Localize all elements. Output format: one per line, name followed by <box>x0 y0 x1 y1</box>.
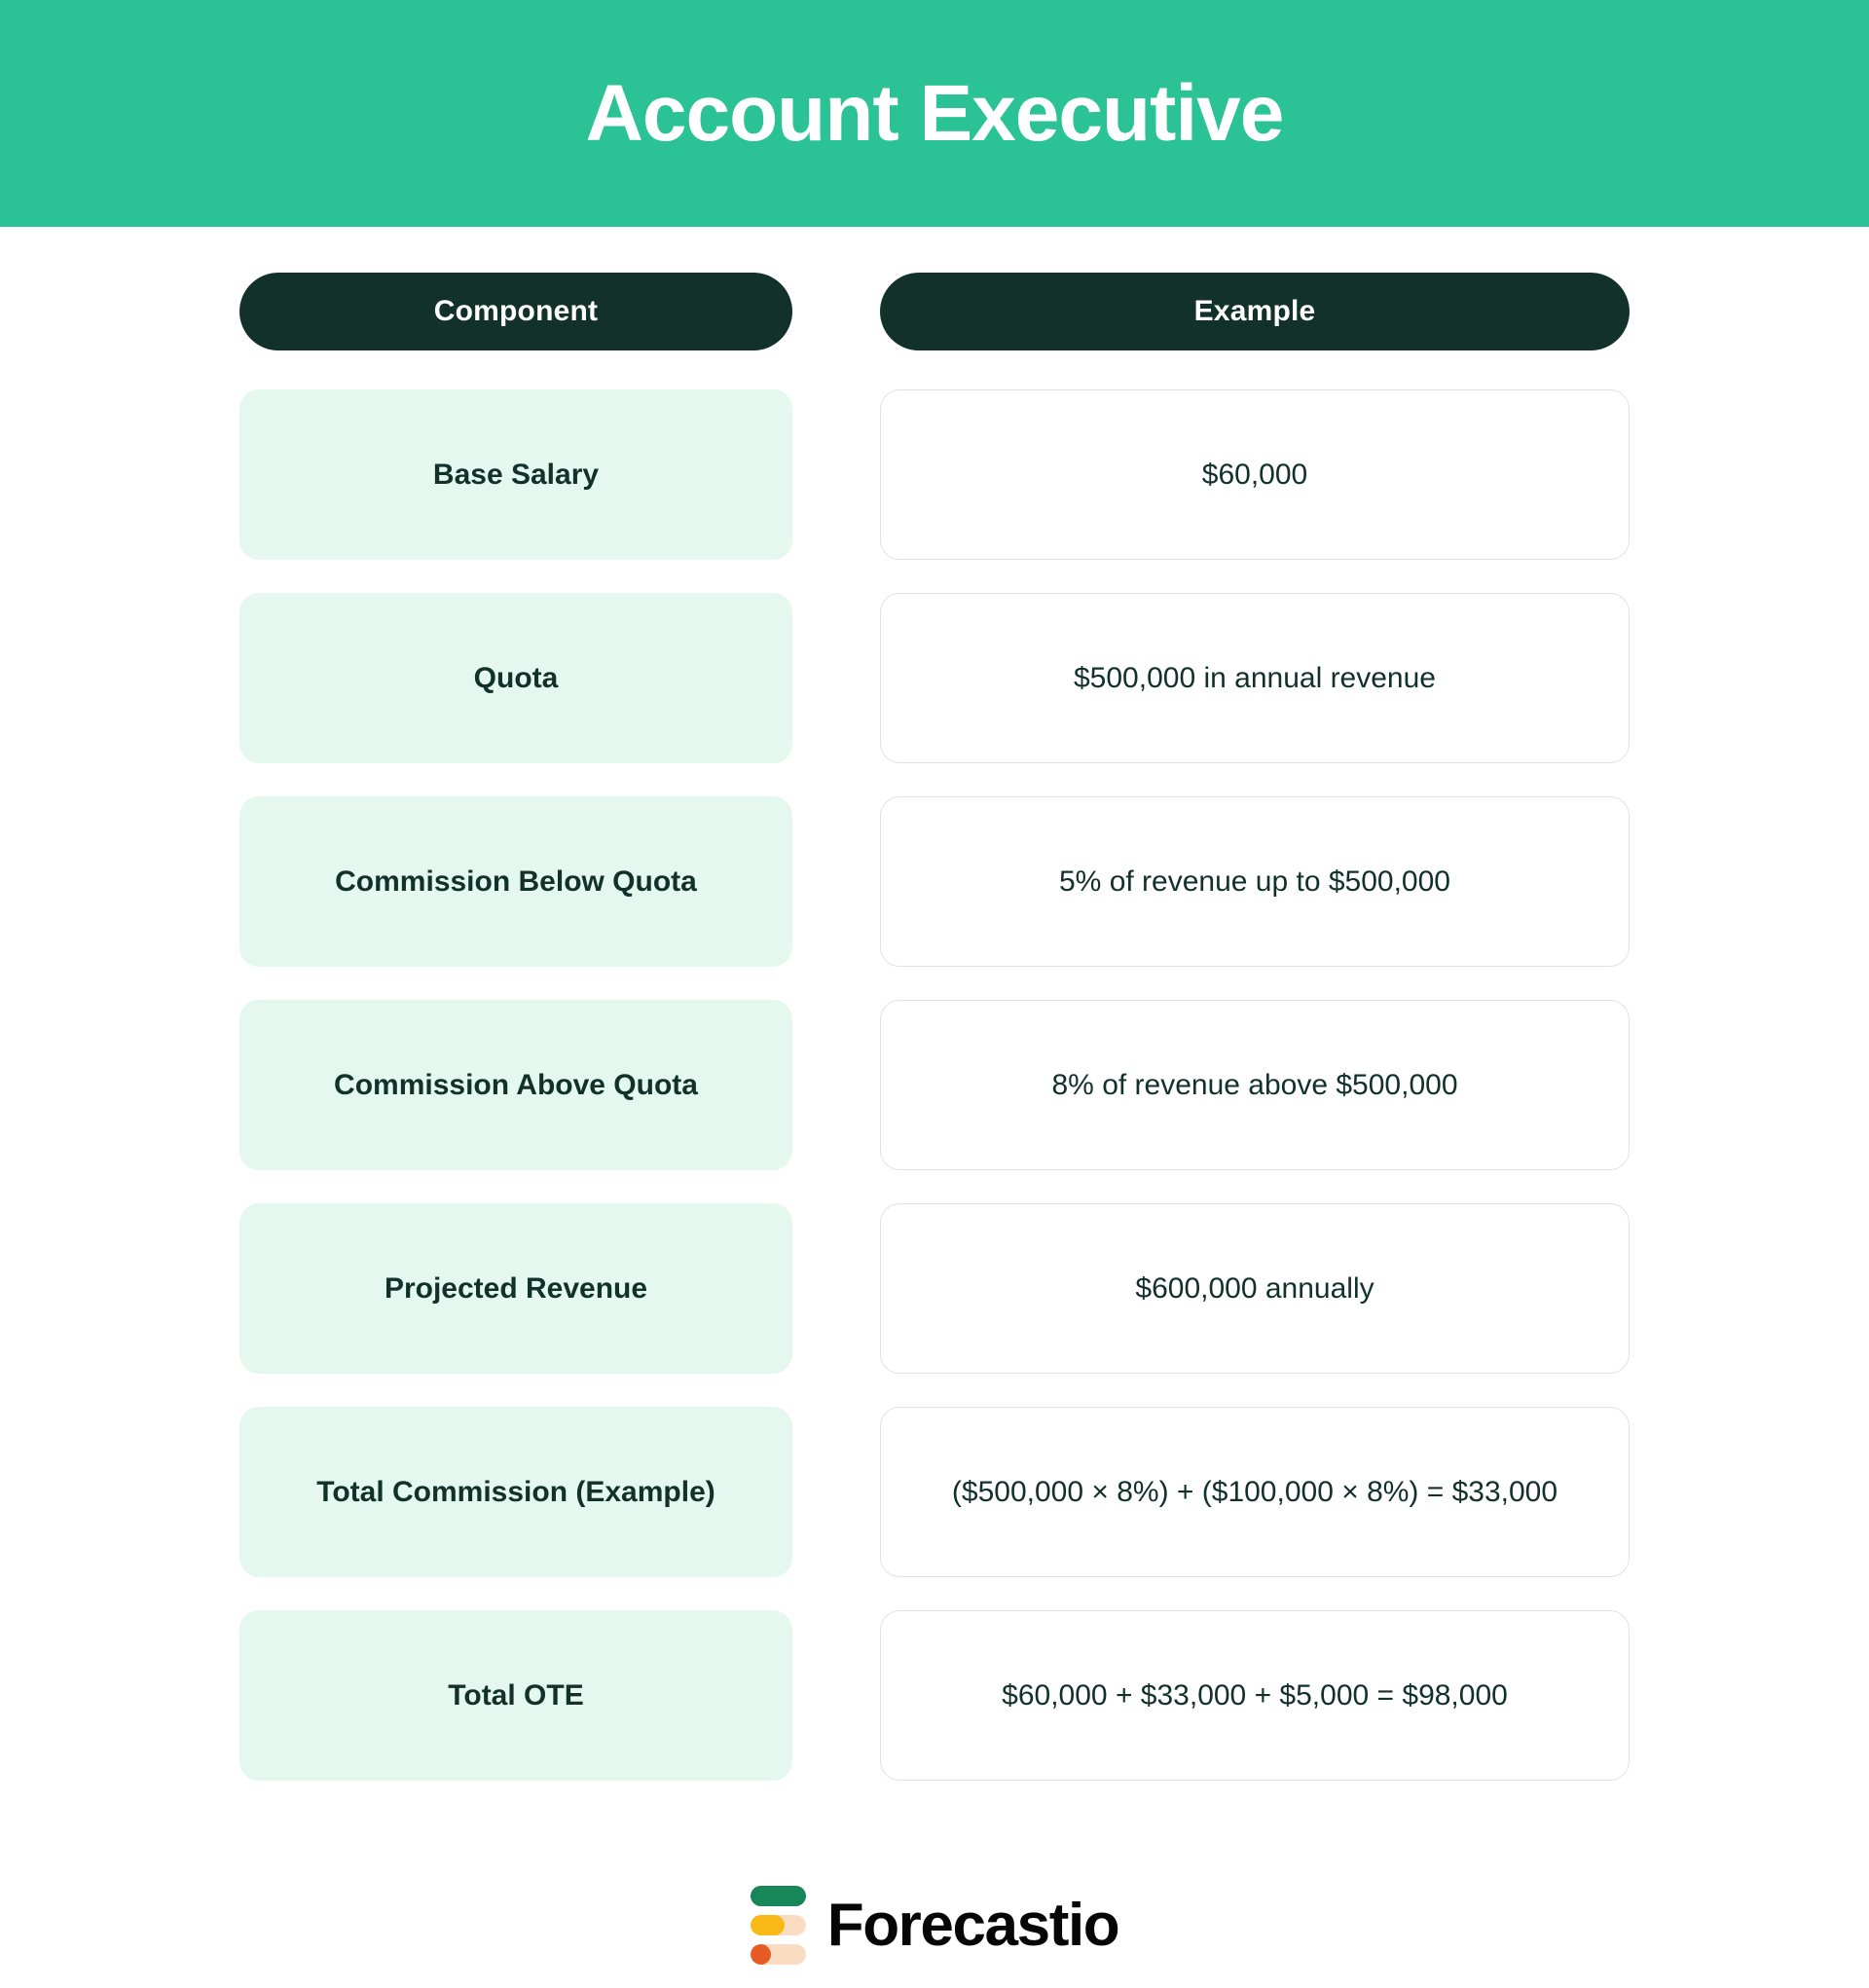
example-cell: 8% of revenue above $500,000 <box>880 1000 1630 1170</box>
table-row: Commission Below Quota 5% of revenue up … <box>239 796 1630 967</box>
table-row: Projected Revenue $600,000 annually <box>239 1203 1630 1374</box>
column-header-example: Example <box>880 273 1630 350</box>
table-row: Commission Above Quota 8% of revenue abo… <box>239 1000 1630 1170</box>
compensation-table: Component Example Base Salary $60,000 Qu… <box>239 273 1630 1781</box>
component-cell: Total OTE <box>239 1610 792 1781</box>
table-row: Total Commission (Example) ($500,000 × 8… <box>239 1407 1630 1577</box>
table-row: Base Salary $60,000 <box>239 389 1630 560</box>
table-row: Quota $500,000 in annual revenue <box>239 593 1630 763</box>
logo-green-bar-icon <box>750 1886 806 1906</box>
example-cell: 5% of revenue up to $500,000 <box>880 796 1630 967</box>
example-cell: $500,000 in annual revenue <box>880 593 1630 763</box>
page-banner: Account Executive <box>0 0 1869 227</box>
logo-wordmark: Forecastio <box>826 1891 1120 1959</box>
component-cell: Commission Above Quota <box>239 1000 792 1170</box>
forecastio-logo: Forecastio <box>750 1886 1120 1965</box>
page-title: Account Executive <box>585 68 1285 158</box>
logo-amber-bar-icon <box>750 1915 806 1935</box>
logo-orange-bar-icon <box>750 1944 806 1965</box>
compensation-plan-infographic: Account Executive Component Example Base… <box>0 0 1869 1988</box>
component-cell: Quota <box>239 593 792 763</box>
example-cell: ($500,000 × 8%) + ($100,000 × 8%) = $33,… <box>880 1407 1630 1577</box>
example-cell: $60,000 + $33,000 + $5,000 = $98,000 <box>880 1610 1630 1781</box>
forecastio-logo-mark-icon <box>750 1886 806 1965</box>
table-wrapper: Component Example Base Salary $60,000 Qu… <box>0 227 1869 1781</box>
table-row: Total OTE $60,000 + $33,000 + $5,000 = $… <box>239 1610 1630 1781</box>
component-cell: Commission Below Quota <box>239 796 792 967</box>
column-header-component: Component <box>239 273 792 350</box>
example-cell: $600,000 annually <box>880 1203 1630 1374</box>
table-header-row: Component Example <box>239 273 1630 350</box>
footer: Forecastio <box>0 1781 1869 1988</box>
example-cell: $60,000 <box>880 389 1630 560</box>
component-cell: Projected Revenue <box>239 1203 792 1374</box>
component-cell: Base Salary <box>239 389 792 560</box>
component-cell: Total Commission (Example) <box>239 1407 792 1577</box>
